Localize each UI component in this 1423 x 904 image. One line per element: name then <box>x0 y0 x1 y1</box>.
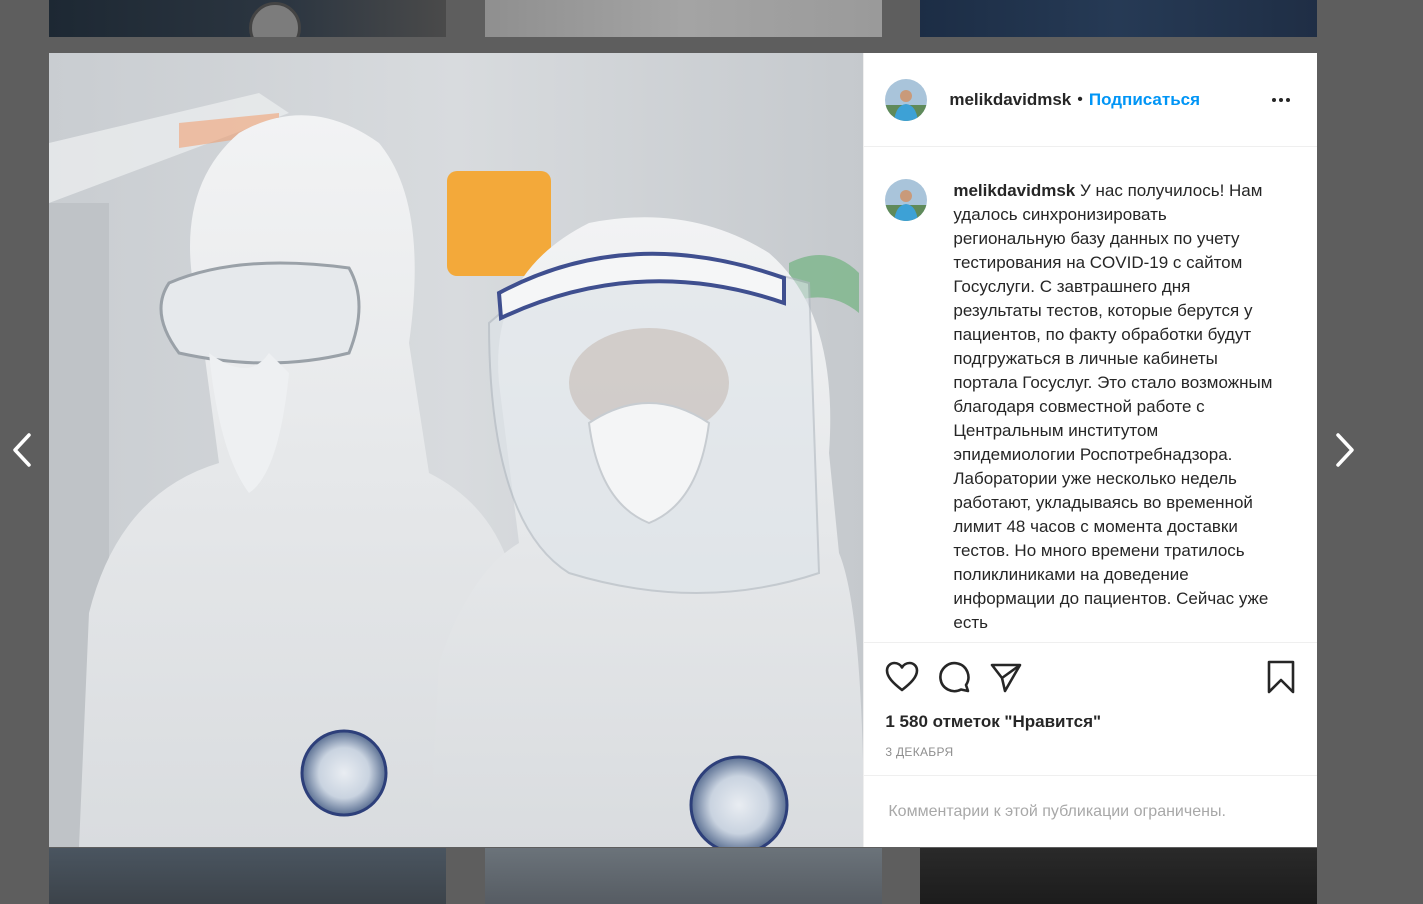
caption-scroll-area[interactable]: melikdavidmsk У нас получилось! Нам удал… <box>864 147 1317 642</box>
avatar[interactable] <box>885 179 928 222</box>
share-button[interactable] <box>989 661 1023 693</box>
bookmark-icon <box>1267 661 1295 694</box>
background-post-thumbnail <box>920 848 1317 904</box>
background-post-thumbnail <box>485 848 882 904</box>
comment-button[interactable] <box>937 660 971 694</box>
comments-restricted-notice: Комментарии к этой публикации ограничены… <box>864 775 1317 847</box>
chevron-right-icon <box>1336 433 1354 467</box>
more-horizontal-icon <box>1272 97 1276 102</box>
post-photo <box>49 53 864 847</box>
post-media[interactable] <box>49 53 864 847</box>
chevron-left-icon <box>13 433 31 467</box>
caption-text: У нас получилось! Нам удалось синхронизи… <box>953 181 1273 633</box>
next-post-button[interactable] <box>1325 430 1365 470</box>
follow-button[interactable]: Подписаться <box>1089 90 1200 110</box>
likes-count[interactable]: 1 580 отметок "Нравится" <box>885 712 1296 732</box>
action-icons-row <box>885 659 1296 695</box>
background-post-thumbnail <box>49 0 446 37</box>
like-button[interactable] <box>885 661 919 693</box>
post-actions: 1 580 отметок "Нравится" 3 ДЕКАБРЯ <box>864 642 1317 759</box>
more-options-button[interactable] <box>1266 92 1296 108</box>
avatar[interactable] <box>885 78 928 121</box>
previous-post-button[interactable] <box>2 430 42 470</box>
caption: melikdavidmsk У нас получилось! Нам удал… <box>953 179 1283 642</box>
heart-icon <box>886 662 919 692</box>
separator-dot: • <box>1077 90 1083 108</box>
background-post-thumbnail <box>485 0 882 37</box>
post-header: melikdavidmsk • Подписаться <box>864 53 1317 148</box>
comment-icon <box>939 662 971 693</box>
send-icon <box>991 664 1022 693</box>
post-sidebar: melikdavidmsk • Подписаться melikdavidms… <box>863 53 1317 847</box>
save-button[interactable] <box>1266 660 1296 694</box>
post-date[interactable]: 3 ДЕКАБРЯ <box>885 745 1296 759</box>
background-post-thumbnail <box>920 0 1317 37</box>
background-post-thumbnail <box>49 848 446 904</box>
post-modal: melikdavidmsk • Подписаться melikdavidms… <box>49 53 1317 847</box>
caption-username[interactable]: melikdavidmsk <box>953 181 1075 200</box>
header-username[interactable]: melikdavidmsk <box>949 90 1071 110</box>
